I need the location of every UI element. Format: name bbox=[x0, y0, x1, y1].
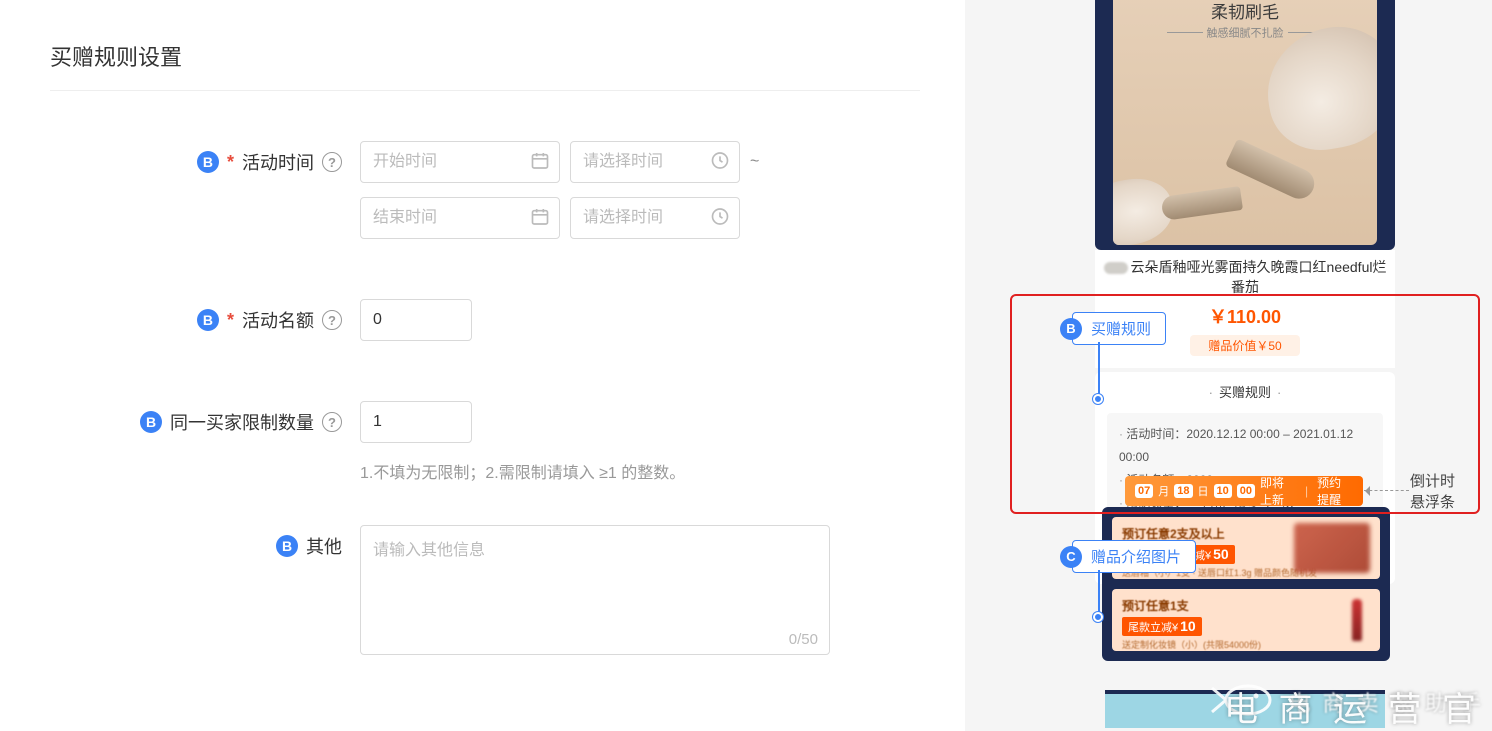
row-buyer-limit: B 同一买家限制数量 ? 1.不填为无限制；2.需限制请填入 ≥1 的整数。 bbox=[50, 401, 915, 483]
start-time-input[interactable] bbox=[570, 141, 740, 183]
callout-label: 买赠规则 bbox=[1072, 312, 1166, 345]
callout-label: 赠品介绍图片 bbox=[1072, 540, 1196, 573]
divider bbox=[50, 90, 920, 91]
char-counter: 0/50 bbox=[789, 631, 818, 648]
countdown-seg: 10 bbox=[1214, 484, 1232, 498]
label-text: 其他 bbox=[306, 533, 342, 559]
image-caption-title: 柔韧刷毛 bbox=[1113, 0, 1377, 23]
rule-item: 活动时间：2020.12.12 00:00 – 2021.01.12 00:00 bbox=[1119, 423, 1371, 469]
label-quota: B * 活动名额 ? bbox=[50, 299, 360, 341]
range-separator: ~ bbox=[750, 153, 759, 171]
gift-card: 预订任意1支 尾款立减¥10 送定制化妆镜（小）(共限54000份) bbox=[1112, 589, 1380, 651]
gift-card-title: 预订任意1支 bbox=[1122, 597, 1370, 614]
callout-connector bbox=[1098, 570, 1100, 615]
end-time-input[interactable] bbox=[570, 197, 740, 239]
row-other: B 其他 0/50 bbox=[50, 525, 915, 658]
badge-b-icon: B bbox=[140, 411, 162, 433]
remind-button[interactable]: 预约提醒 bbox=[1317, 474, 1353, 508]
label-buyer-limit: B 同一买家限制数量 ? bbox=[50, 401, 360, 443]
discount-tag: 尾款立减¥10 bbox=[1122, 617, 1202, 636]
section-title: 买赠规则设置 bbox=[50, 40, 915, 72]
help-icon[interactable]: ? bbox=[322, 412, 342, 432]
product-name: 云朵盾釉哑光雾面持久晚霞口红needful烂番茄 bbox=[1095, 250, 1395, 299]
other-textarea[interactable] bbox=[360, 525, 830, 655]
gift-thumb-icon bbox=[1294, 523, 1370, 573]
callout-gift-image: C 赠品介绍图片 bbox=[1050, 540, 1196, 573]
required-asterisk: * bbox=[227, 152, 234, 173]
badge-b-icon: B bbox=[1060, 318, 1082, 340]
product-image-area: 柔韧刷毛 触感细腻不扎脸 bbox=[1095, 0, 1395, 250]
lipstick-thumb-icon bbox=[1352, 599, 1362, 641]
brush-illustration-icon bbox=[1217, 28, 1377, 208]
callout-rules: B 买赠规则 bbox=[1050, 312, 1166, 345]
badge-c-icon: C bbox=[1060, 546, 1082, 568]
badge-b-icon: B bbox=[197, 309, 219, 331]
callout-dot-icon bbox=[1093, 612, 1103, 622]
quota-input[interactable] bbox=[360, 299, 472, 341]
row-activity-time: B * 活动时间 ? ~ bbox=[50, 141, 915, 239]
watermark-text-large: 电 商 运 营 官 bbox=[1224, 682, 1482, 731]
label-other: B 其他 bbox=[50, 525, 360, 567]
buyer-limit-input[interactable] bbox=[360, 401, 472, 443]
annotation-countdown: 倒计时 悬浮条 bbox=[1410, 471, 1455, 513]
countdown-unit: 日 bbox=[1198, 483, 1209, 499]
countdown-seg: 00 bbox=[1237, 484, 1255, 498]
label-text: 活动时间 bbox=[242, 149, 314, 175]
label-activity-time: B * 活动时间 ? bbox=[50, 141, 360, 183]
start-date-input[interactable] bbox=[360, 141, 560, 183]
countdown-seg: 07 bbox=[1135, 484, 1153, 498]
gift-intro-cards: 预订任意2支及以上 合并付尾款立减¥50 送唇釉（小）1支 · 送唇口红1.3g… bbox=[1102, 507, 1390, 661]
gift-value-tag: 赠品价值￥50 bbox=[1190, 335, 1300, 356]
countdown-unit: 月 bbox=[1158, 483, 1169, 499]
end-date-input[interactable] bbox=[360, 197, 560, 239]
callout-connector bbox=[1098, 342, 1100, 397]
blur-icon bbox=[1104, 262, 1128, 274]
badge-b-icon: B bbox=[197, 151, 219, 173]
badge-b-icon: B bbox=[276, 535, 298, 557]
divider-icon: | bbox=[1305, 484, 1308, 498]
countdown-bar: 07 月 18 日 10 00 即将上新 | 预约提醒 bbox=[1125, 476, 1363, 506]
settings-form-panel: 买赠规则设置 B * 活动时间 ? bbox=[0, 0, 965, 731]
row-quota: B * 活动名额 ? bbox=[50, 299, 915, 341]
label-text: 活动名额 bbox=[242, 307, 314, 333]
gift-card-sub: 送定制化妆镜（小）(共限54000份) bbox=[1122, 638, 1370, 651]
rules-card-title: 买赠规则 bbox=[1095, 382, 1395, 401]
required-asterisk: * bbox=[227, 310, 234, 331]
help-icon[interactable]: ? bbox=[322, 152, 342, 172]
activity-time-inputs: ~ bbox=[360, 141, 759, 239]
countdown-seg: 18 bbox=[1174, 484, 1192, 498]
help-icon[interactable]: ? bbox=[322, 310, 342, 330]
brush-illustration-icon bbox=[1113, 164, 1248, 245]
countdown-text: 即将上新 bbox=[1260, 474, 1296, 508]
buyer-limit-hint: 1.不填为无限制；2.需限制请填入 ≥1 的整数。 bbox=[360, 459, 685, 483]
label-text: 同一买家限制数量 bbox=[170, 409, 314, 435]
callout-dot-icon bbox=[1093, 394, 1103, 404]
preview-panel: 柔韧刷毛 触感细腻不扎脸 云朵盾釉哑光雾面持久晚霞口红needful烂番茄 ￥1… bbox=[1000, 0, 1492, 731]
annotation-arrow-icon bbox=[1364, 490, 1409, 491]
